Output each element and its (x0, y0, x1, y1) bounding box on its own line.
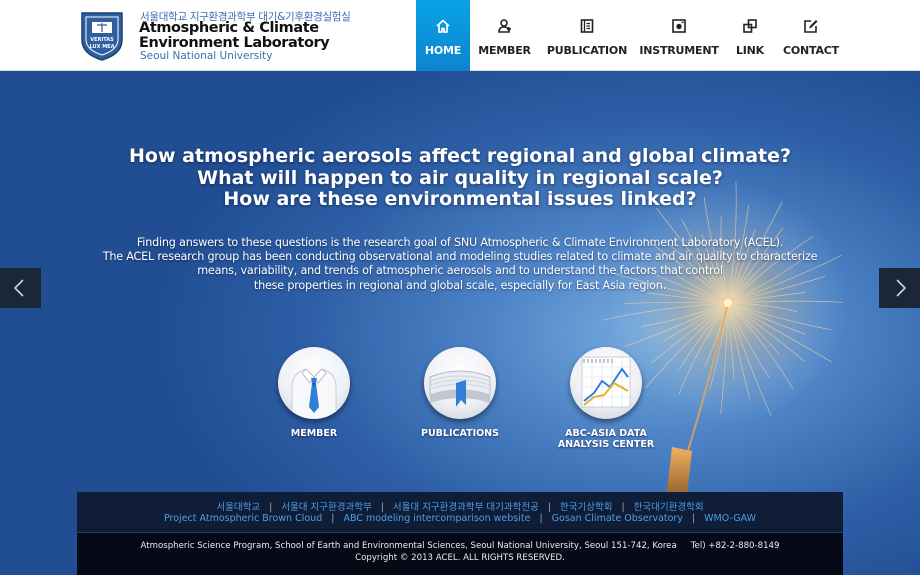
book-bookmark-icon (429, 370, 491, 407)
footer-link-gosan[interactable]: Gosan Climate Observatory (552, 513, 683, 524)
feature-member[interactable]: MEMBER (254, 347, 374, 439)
nav-label-instrument: INSTRUMENT (639, 44, 719, 57)
nav-label-link: LINK (735, 44, 765, 57)
link-separator: | (547, 502, 552, 513)
link-separator: | (269, 502, 273, 513)
feature-publications-label-line: PUBLICATIONS (421, 428, 499, 439)
footer-links-english: Project Atmospheric Brown Cloud | ABC mode… (77, 513, 843, 524)
footer-link-abc-modeling[interactable]: ABC modeling intercomparison website (343, 513, 530, 524)
publications-disk (424, 347, 496, 419)
footer-address-row: Atmospheric Science Program, School of E… (77, 541, 843, 551)
nav-item-publication[interactable]: PUBLICATION (539, 0, 635, 71)
feature-abc-label-line-1: ABC-ASIA DATA (565, 428, 647, 439)
member-icon (497, 19, 511, 33)
feature-abc-label-line-2: ANALYSIS CENTER (557, 439, 655, 450)
nav-label-home: HOME (424, 44, 462, 57)
footer-link-atmos-major[interactable]: 서울대 지구환경과학부 대기과학전공 (393, 502, 539, 513)
chevron-left-icon (13, 279, 24, 297)
footer-link-kms[interactable]: 한국기상학회 (560, 502, 612, 513)
link-separator: | (539, 513, 543, 524)
headline-line-2: What will happen to air quality in regio… (197, 166, 723, 189)
link-separator: | (331, 513, 335, 524)
svg-text:VERITAS: VERITAS (90, 37, 114, 43)
feature-publications[interactable]: PUBLICATIONS (400, 347, 520, 439)
footer-link-wmo-gaw[interactable]: WMO-GAW (704, 513, 756, 524)
intro-line-4: these properties in regional and global … (253, 278, 667, 292)
footer-links-korean: 서울대학교 | 서울대 지구환경과학부 | 서울대 지구환경과학부 대기과학전공 | 한국기… (77, 499, 843, 513)
footer-link-kosae[interactable]: 한국대기환경학회 (634, 502, 704, 513)
feature-abc-label: ABC-ASIA DATA ANALYSIS CENTER (546, 428, 666, 450)
abc-disk (570, 347, 642, 419)
main-nav: HOME MEMBER PUBLICATION INSTRUMENT LINK … (416, 0, 845, 71)
hero-intro-text: Finding answers to these questions is th… (0, 236, 920, 293)
footer-tel: Tel) +82-2-880-8149 (690, 541, 780, 551)
link-icon (743, 19, 757, 33)
nav-label-contact: CONTACT (783, 44, 839, 57)
brand-university: Seoul National University (140, 50, 273, 62)
nav-label-member: MEMBER (478, 44, 531, 57)
slider-next-button[interactable] (879, 268, 920, 308)
headline-line-3: How are these environmental issues linke… (223, 188, 697, 210)
headline-line-1: How atmospheric aerosols affect regional… (128, 145, 792, 167)
nav-item-home[interactable]: HOME (416, 0, 470, 71)
intro-line-3: means, variability, and trends of atmosp… (197, 264, 723, 278)
intro-line-1: Finding answers to these questions is th… (136, 236, 784, 249)
brand-english-name[interactable]: Atmospheric & Climate Environment Labora… (139, 21, 399, 51)
nav-item-contact[interactable]: CONTACT (777, 0, 845, 71)
hero-headline: How atmospheric aerosols affect regional… (0, 145, 920, 211)
intro-line-2: The ACEL research group has been conduct… (102, 250, 818, 264)
svg-text:LUX MEA: LUX MEA (90, 44, 115, 50)
nav-item-member[interactable]: MEMBER (470, 0, 539, 71)
feature-abc-asia-data-center[interactable]: ABC-ASIA DATA ANALYSIS CENTER (546, 347, 666, 450)
link-separator: | (380, 502, 384, 513)
nav-label-publication: PUBLICATION (546, 44, 628, 57)
camera-icon (672, 19, 686, 33)
footer-link-earth-env-sciences[interactable]: 서울대 지구환경과학부 (281, 502, 371, 513)
nav-item-instrument[interactable]: INSTRUMENT (635, 0, 723, 71)
footer-links: 서울대학교 | 서울대 지구환경과학부 | 서울대 지구환경과학부 대기과학전공 | 한국기… (77, 492, 843, 532)
chevron-right-icon (896, 279, 907, 297)
footer-copyright: Copyright © 2013 ACEL. ALL RIGHTS RESERV… (355, 553, 565, 563)
hero-slide: How atmospheric aerosols affect regional… (0, 71, 920, 575)
shirt-tie-icon (291, 368, 337, 419)
footer-link-abc-project[interactable]: Project Atmospheric Brown Cloud (164, 513, 322, 524)
book-icon (580, 19, 594, 33)
pencil-icon (804, 20, 818, 33)
feature-publications-label: PUBLICATIONS (400, 428, 520, 439)
line-chart-icon (581, 356, 631, 408)
nav-item-link[interactable]: LINK (723, 0, 777, 71)
link-separator: | (691, 513, 696, 524)
footer-address: Atmospheric Science Program, School of E… (140, 541, 677, 551)
footer-info: Atmospheric Science Program, School of E… (77, 532, 843, 575)
slider-prev-button[interactable] (0, 268, 41, 308)
snu-logo[interactable]: VERITAS LUX MEA (78, 10, 126, 62)
feature-member-label-line: MEMBER (290, 428, 338, 439)
home-icon (436, 19, 450, 33)
feature-member-label: MEMBER (254, 428, 374, 439)
footer-link-snu[interactable]: 서울대학교 (216, 502, 260, 513)
member-disk (278, 347, 350, 419)
link-separator: | (621, 502, 625, 513)
site-header: VERITAS LUX MEA 서울대학교 지구환경과학부 대기&기후환경실험실… (0, 0, 920, 71)
